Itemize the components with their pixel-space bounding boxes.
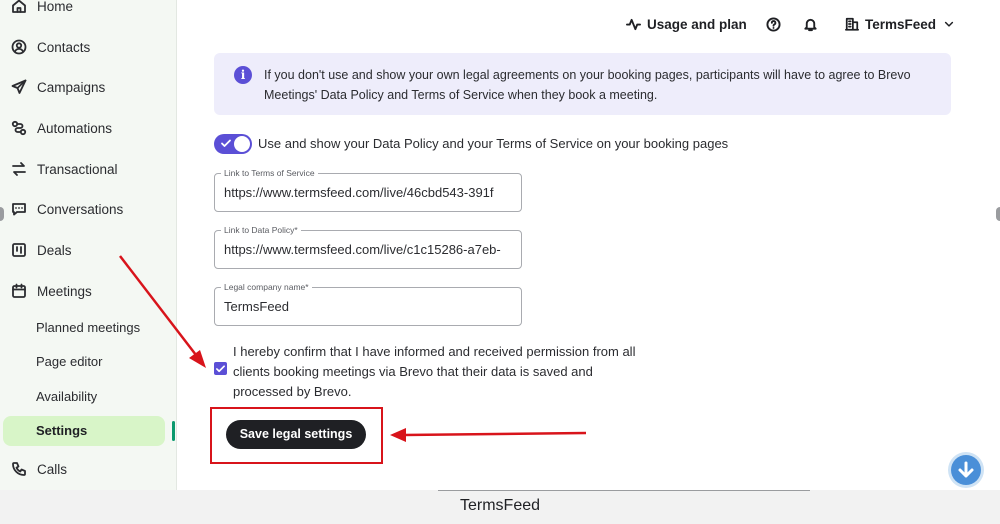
- sidebar-item-label: Automations: [37, 120, 113, 136]
- footer-brand: TermsFeed: [459, 497, 541, 514]
- chevron-down-icon: [944, 21, 954, 27]
- sidebar-item-label: Meetings: [37, 283, 92, 299]
- sidebar-item-label: Settings: [36, 423, 88, 438]
- info-text: If you don't use and show your own legal…: [264, 68, 911, 102]
- sidebar-subitem-availability[interactable]: Availability: [36, 387, 97, 407]
- sidebar-item-contacts[interactable]: Contacts: [10, 35, 90, 59]
- board-icon: [10, 241, 28, 259]
- activity-icon: [626, 18, 641, 30]
- calendar-icon: [10, 282, 28, 300]
- info-banner: i If you don't use and show your own leg…: [214, 53, 951, 115]
- sidebar-item-label: Calls: [37, 461, 68, 477]
- bell-icon: [804, 18, 817, 31]
- send-icon: [10, 78, 28, 96]
- phone-icon: [10, 460, 28, 478]
- legal-toggle[interactable]: [214, 134, 252, 154]
- sidebar-item-conversations[interactable]: Conversations: [10, 197, 123, 221]
- arrows-icon: [10, 160, 28, 178]
- home-icon: [10, 0, 28, 15]
- footer-divider: [438, 490, 810, 491]
- company-name-field[interactable]: Legal company name*: [214, 281, 522, 326]
- scroll-down-button[interactable]: [948, 452, 984, 488]
- sidebar-subitem-page-editor[interactable]: Page editor: [36, 352, 103, 372]
- active-indicator: [172, 421, 175, 441]
- scroll-down-inner: [951, 455, 981, 485]
- sidebar-item-automations[interactable]: Automations: [10, 116, 112, 140]
- automations-icon: [10, 119, 28, 137]
- sidebar-item-deals[interactable]: Deals: [10, 238, 72, 262]
- usage-and-plan-label: Usage and plan: [647, 16, 747, 32]
- sidebar-subitem-planned-meetings[interactable]: Planned meetings: [36, 318, 140, 338]
- sidebar-item-label: Deals: [37, 242, 72, 258]
- check-icon: [221, 139, 231, 147]
- annotation-arrow-checkbox-head: [189, 350, 206, 368]
- sidebar-item-transactional[interactable]: Transactional: [10, 157, 118, 181]
- sidebar-item-campaigns[interactable]: Campaigns: [10, 75, 105, 99]
- contacts-icon: [10, 38, 28, 56]
- footer-bar: TermsFeed: [0, 490, 1000, 524]
- field-label: Link to Terms of Service: [221, 167, 318, 179]
- usage-and-plan-link[interactable]: Usage and plan: [626, 14, 747, 34]
- sidebar-item-label: Campaigns: [37, 79, 106, 95]
- field-label: Link to Data Policy*: [221, 224, 301, 236]
- sidebar-item-label: Conversations: [37, 201, 124, 217]
- building-icon: [845, 17, 859, 31]
- sidebar: Home Contacts Campaigns Automations Tran…: [0, 0, 177, 490]
- account-menu[interactable]: TermsFeed: [845, 14, 955, 34]
- sidebar-item-home[interactable]: Home: [10, 0, 73, 18]
- help-button[interactable]: [766, 14, 781, 34]
- terms-of-service-field[interactable]: Link to Terms of Service: [214, 167, 522, 212]
- data-policy-field[interactable]: Link to Data Policy*: [214, 224, 522, 269]
- annotation-arrow-button-line: [403, 431, 587, 437]
- chat-icon: [10, 200, 28, 218]
- terms-of-service-input[interactable]: [224, 185, 519, 200]
- help-icon: [766, 16, 781, 32]
- save-legal-settings-button[interactable]: Save legal settings: [226, 420, 366, 449]
- arrow-down-icon: [958, 461, 974, 478]
- company-name-input[interactable]: [224, 299, 519, 314]
- sidebar-item-label: Home: [37, 0, 74, 14]
- annotation-arrow-button-head: [390, 428, 406, 442]
- field-label: Legal company name*: [221, 281, 312, 293]
- info-icon: i: [234, 66, 252, 84]
- toggle-label: Use and show your Data Policy and your T…: [258, 136, 729, 151]
- right-scroll-handle[interactable]: [996, 207, 1000, 221]
- toggle-knob: [234, 136, 250, 152]
- sidebar-item-label: Transactional: [37, 161, 118, 177]
- sidebar-subitem-settings[interactable]: Settings: [3, 416, 165, 446]
- left-scroll-handle[interactable]: [0, 207, 4, 221]
- account-name: TermsFeed: [865, 16, 937, 32]
- sidebar-item-meetings[interactable]: Meetings: [10, 279, 92, 303]
- sidebar-item-label: Contacts: [37, 39, 91, 55]
- confirm-checkbox[interactable]: [214, 362, 227, 375]
- notifications-button[interactable]: [803, 14, 818, 34]
- check-icon: [216, 365, 225, 373]
- data-policy-input[interactable]: [224, 242, 519, 257]
- confirm-text: I hereby confirm that I have informed an…: [233, 344, 636, 399]
- sidebar-item-calls[interactable]: Calls: [10, 457, 67, 481]
